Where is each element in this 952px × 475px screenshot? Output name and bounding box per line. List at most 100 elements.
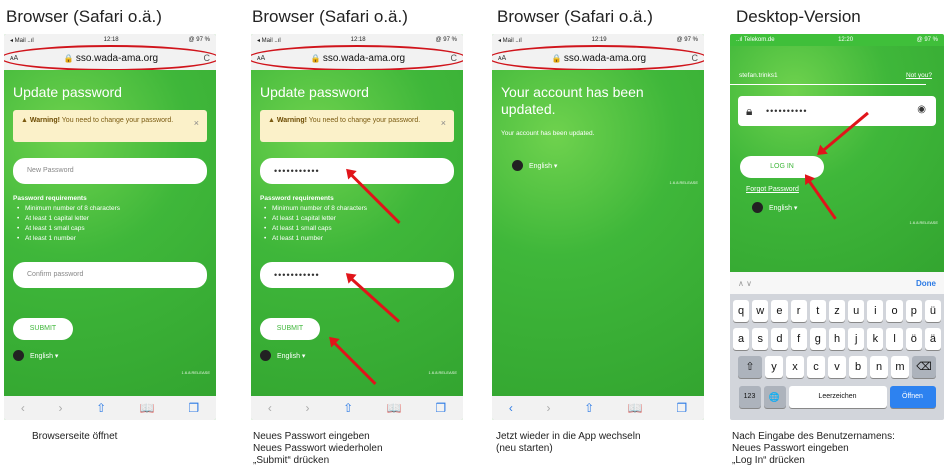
key[interactable]: q	[732, 300, 750, 322]
open-key[interactable]: Öffnen	[889, 386, 936, 408]
phone-screen-4: ..ıl Telekom.de 12:20 @ 97 % stefan.trink…	[730, 34, 944, 420]
numbers-key[interactable]: 123	[738, 386, 761, 408]
url-bar[interactable]: ᴀA 🔒 sso.wada-ama.org C	[251, 45, 463, 71]
key[interactable]: c	[807, 356, 825, 378]
url-bar[interactable]: ᴀA 🔒 sso.wada-ama.org C	[4, 45, 216, 71]
key[interactable]: j	[848, 328, 865, 350]
carrier: ◂ Mail ..ıl	[10, 37, 34, 44]
space-key[interactable]: Leerzeichen	[788, 386, 887, 408]
highlight-ellipse	[251, 45, 463, 71]
language-select[interactable]: English ▾	[512, 160, 557, 171]
key[interactable]: ü	[924, 300, 942, 322]
key[interactable]: u	[848, 300, 865, 322]
column-heading: Browser (Safari o.ä.)	[6, 7, 162, 26]
backspace-key[interactable]: ⌫	[912, 356, 936, 378]
forward-icon[interactable]: ›	[58, 401, 62, 415]
new-password-input[interactable]: New Password	[13, 158, 207, 184]
caption-line: „Log In“ drücken	[732, 455, 805, 466]
key[interactable]: l	[886, 328, 903, 350]
language-select[interactable]: English ▾	[260, 350, 305, 361]
column-3: Browser (Safari o.ä.)	[491, 0, 711, 34]
share-icon[interactable]: ⇧	[96, 401, 106, 415]
field-nav-arrows[interactable]: ∧ ∨	[738, 279, 752, 288]
language-select[interactable]: English ▾	[752, 202, 797, 213]
confirm-password-input[interactable]: Confirm password	[13, 262, 207, 288]
page-body: stefan.trinks1 Not you? •••••••••• 🔒︎ ◉ …	[730, 46, 944, 272]
globe-icon[interactable]: 🌐	[763, 386, 786, 408]
key[interactable]: v	[828, 356, 846, 378]
url-bar[interactable]: ᴀA 🔒 sso.wada-ama.org C	[492, 45, 704, 71]
key[interactable]: w	[752, 300, 769, 322]
language-select[interactable]: English ▾	[13, 350, 58, 361]
language-label: English ▾	[529, 162, 558, 170]
tabs-icon[interactable]: ❐	[188, 401, 199, 415]
key[interactable]: a	[732, 328, 750, 350]
phone-screen-3: ◂ Mail ..ıl 12:19 @ 97 % ᴀA 🔒 sso.wada-ama…	[492, 34, 704, 420]
bookmarks-icon[interactable]: 📖	[628, 401, 643, 415]
warning-strong: Warning!	[276, 117, 307, 124]
submit-button[interactable]: SUBMIT	[13, 318, 73, 340]
close-icon[interactable]: ×	[194, 118, 199, 128]
tabs-icon[interactable]: ❐	[676, 401, 687, 415]
forgot-password-link[interactable]: Forgot Password	[746, 186, 799, 193]
key[interactable]: ö	[905, 328, 922, 350]
bookmarks-icon[interactable]: 📖	[387, 401, 402, 415]
carrier: ◂ Mail ..ıl	[257, 37, 281, 44]
submit-button[interactable]: SUBMIT	[260, 318, 320, 340]
key[interactable]: s	[752, 328, 769, 350]
key[interactable]: ä	[924, 328, 942, 350]
close-icon[interactable]: ×	[441, 118, 446, 128]
forward-icon[interactable]: ›	[305, 401, 309, 415]
key[interactable]: x	[786, 356, 804, 378]
requirement-item: At least 1 small caps	[13, 224, 120, 234]
battery: @ 97 %	[676, 37, 698, 43]
warning-icon: ▲	[268, 117, 277, 124]
key[interactable]: k	[867, 328, 884, 350]
share-icon[interactable]: ⇧	[584, 401, 594, 415]
caption-line: „Submit“ drücken	[253, 455, 330, 466]
bookmarks-icon[interactable]: 📖	[140, 401, 155, 415]
clock: 12:18	[350, 37, 366, 43]
caption-line: Jetzt wieder in die App wechseln	[496, 431, 641, 442]
key[interactable]: p	[905, 300, 922, 322]
password-input[interactable]: ••••••••••	[738, 96, 936, 126]
key[interactable]: t	[809, 300, 826, 322]
key[interactable]: o	[886, 300, 903, 322]
globe-icon	[752, 202, 763, 213]
carrier: ..ıl Telekom.de	[736, 37, 775, 43]
back-icon[interactable]: ‹	[509, 401, 513, 415]
key[interactable]: d	[771, 328, 788, 350]
battery: @ 97 %	[916, 37, 938, 43]
key-row-1: q w e r t z u i o p ü	[732, 300, 942, 322]
key[interactable]: z	[828, 300, 846, 322]
release-label: 1.6.8.RELEASE	[428, 370, 457, 375]
warning-alert: ▲ Warning! You need to change your passw…	[13, 110, 207, 142]
release-label: 1.6.8.RELEASE	[909, 220, 938, 225]
share-icon[interactable]: ⇧	[343, 401, 353, 415]
caption-line: (neu starten)	[496, 443, 553, 454]
back-icon[interactable]: ‹	[21, 401, 25, 415]
key[interactable]: y	[765, 356, 783, 378]
done-button[interactable]: Done	[916, 279, 936, 288]
highlight-ellipse	[4, 45, 216, 71]
key[interactable]: b	[849, 356, 867, 378]
not-you-link[interactable]: Not you?	[906, 72, 932, 79]
hide-password-icon[interactable]: ◉	[917, 104, 926, 115]
warning-icon: ▲	[21, 117, 30, 124]
key[interactable]: f	[790, 328, 807, 350]
back-icon[interactable]: ‹	[268, 401, 272, 415]
forward-icon[interactable]: ›	[546, 401, 550, 415]
key[interactable]: e	[771, 300, 788, 322]
key[interactable]: r	[790, 300, 807, 322]
key[interactable]: g	[809, 328, 826, 350]
tabs-icon[interactable]: ❐	[435, 401, 446, 415]
key[interactable]: i	[867, 300, 884, 322]
requirement-item: At least 1 small caps	[260, 224, 367, 234]
key[interactable]: h	[828, 328, 846, 350]
key[interactable]: m	[891, 356, 909, 378]
phone-screen-2: ◂ Mail ..ıl 12:18 @ 97 % ᴀA 🔒 sso.wada-ama…	[251, 34, 463, 420]
shift-key[interactable]: ⇧	[738, 356, 762, 378]
column-2: Browser (Safari o.ä.)	[246, 0, 466, 34]
key[interactable]: n	[870, 356, 888, 378]
battery: @ 97 %	[435, 37, 457, 43]
